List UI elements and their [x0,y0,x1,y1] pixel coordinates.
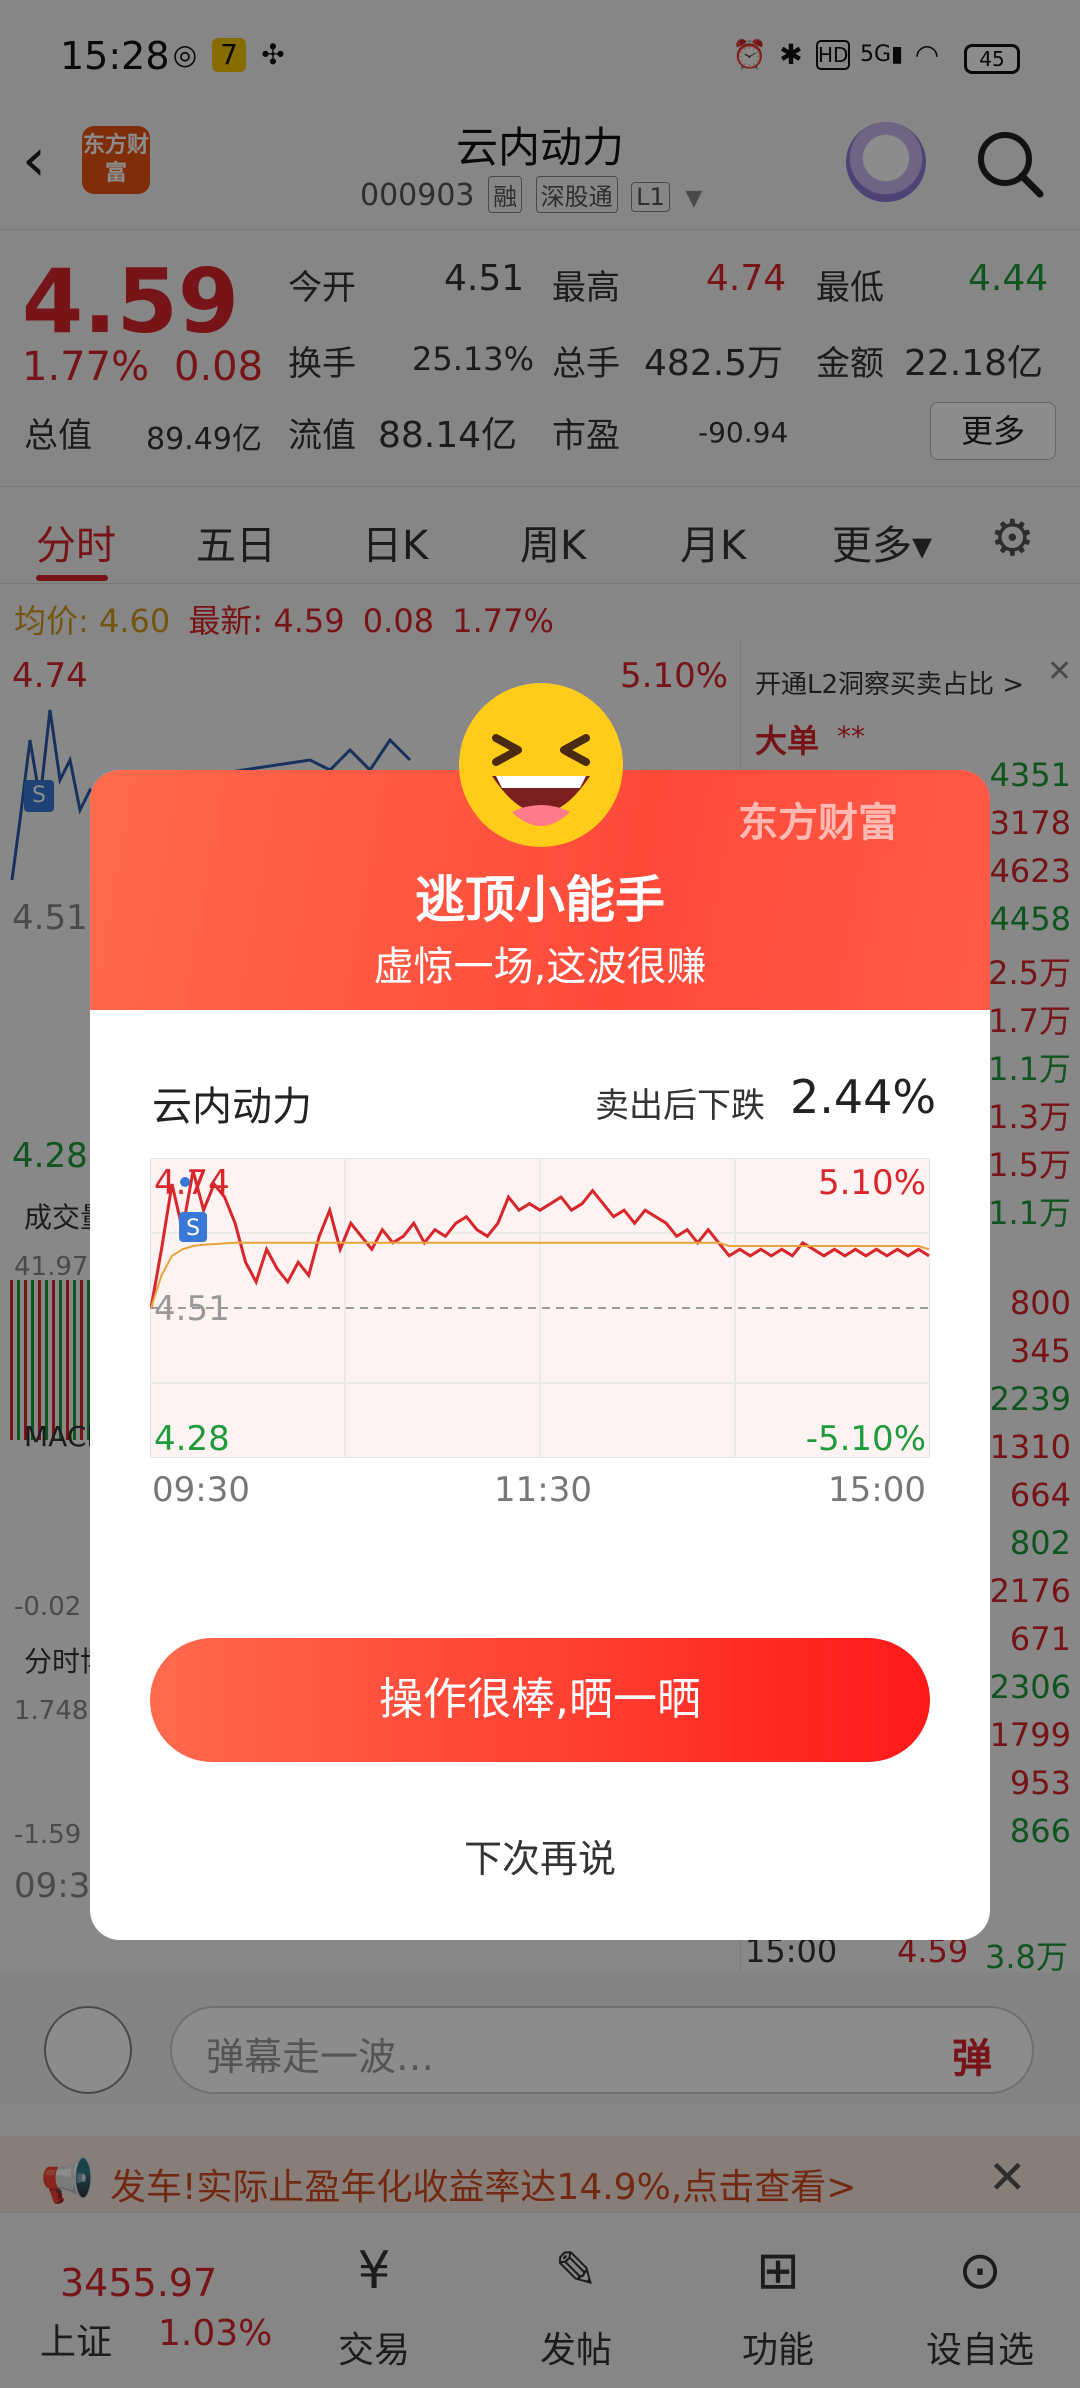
share-button[interactable]: 操作很棒,晒一晒 [150,1638,930,1762]
success-modal: 东方财富 逃顶小能手 虚惊一场,这波很赚 云内动力 卖出后下跌 2.44% S 4… [90,770,990,1940]
sell-marker-label: S [186,1216,200,1241]
drop-after-sell-value: 2.44% [790,1070,937,1124]
y-label-low-pct: -5.10% [806,1419,926,1458]
y-label-mid: 4.51 [154,1289,230,1329]
modal-brand: 东方财富 [738,800,898,846]
modal-title: 逃顶小能手 [415,871,665,929]
laughing-emoji-icon [459,683,623,847]
modal-stock-name: 云内动力 [152,1084,312,1130]
y-label-high-pct: 5.10% [818,1163,926,1203]
modal-subtitle: 虚惊一场,这波很赚 [373,944,707,990]
x-tick-open: 09:30 [152,1470,250,1510]
drop-after-sell-label: 卖出后下跌 [595,1086,765,1126]
intraday-mini-chart: S 4.74 5.10% 4.51 4.28 -5.10% [150,1158,930,1458]
dismiss-later-button[interactable]: 下次再说 [90,1828,990,1883]
y-label-high: 4.74 [154,1163,230,1203]
y-label-low: 4.28 [154,1419,230,1458]
x-tick-midday: 11:30 [494,1470,592,1510]
x-tick-close: 15:00 [828,1470,926,1510]
